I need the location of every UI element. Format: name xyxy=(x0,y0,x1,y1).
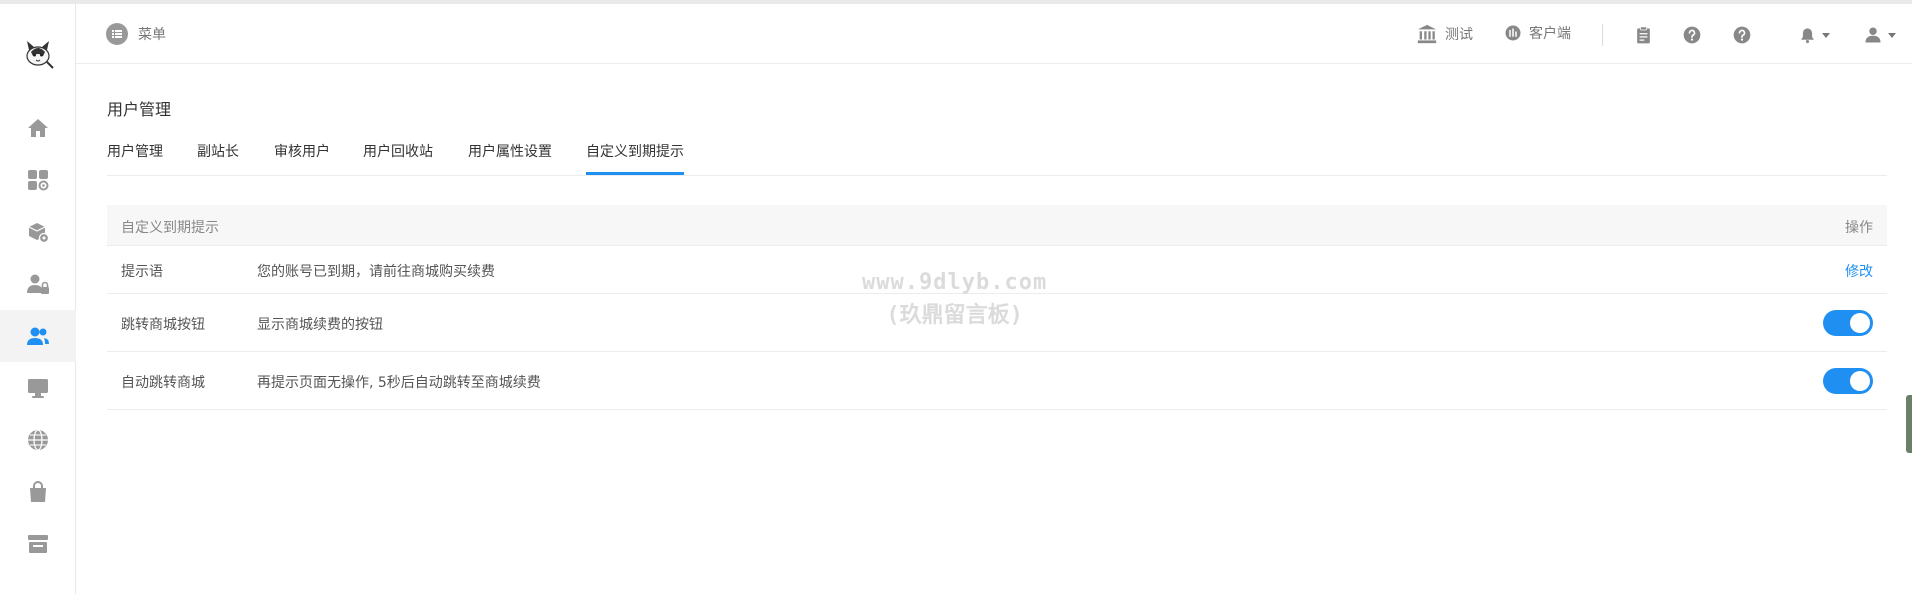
menu-toggle-button[interactable]: 菜单 xyxy=(106,23,166,45)
bank-icon xyxy=(1417,24,1437,44)
bell-icon xyxy=(1800,27,1814,43)
watermark-url: www.9dlyb.com xyxy=(862,270,1048,295)
tab-user-recycle-bin[interactable]: 用户回收站 xyxy=(363,141,433,161)
row-label: 跳转商城按钮 xyxy=(121,317,205,333)
sidebar-item-users[interactable] xyxy=(0,310,76,362)
tab-user-management[interactable]: 用户管理 xyxy=(107,141,163,161)
sidebar-item-store[interactable] xyxy=(0,518,76,570)
header-link-test[interactable]: 测试 xyxy=(1416,23,1473,45)
package-settings-icon xyxy=(28,223,50,244)
help-button-2[interactable] xyxy=(1730,23,1754,47)
store-icon xyxy=(28,535,48,553)
notifications-dropdown[interactable] xyxy=(1792,23,1836,47)
globe-icon xyxy=(28,429,48,451)
user-icon xyxy=(1865,27,1881,43)
watermark-caption: (玖鼎留言板) xyxy=(886,303,1023,328)
tab-custom-expiry-notice[interactable]: 自定义到期提示 xyxy=(586,141,684,161)
sidebar-item-bag[interactable] xyxy=(0,466,76,518)
sidebar-item-home[interactable] xyxy=(0,102,76,154)
tab-deputy-admin[interactable]: 副站长 xyxy=(197,141,239,161)
dashboard-icon xyxy=(1505,25,1521,41)
tab-user-attribute-settings[interactable]: 用户属性设置 xyxy=(468,141,552,161)
table-row: 自动跳转商城 再提示页面无操作, 5秒后自动跳转至商城续费 xyxy=(107,352,1887,410)
tab-review-users[interactable]: 审核用户 xyxy=(274,141,330,161)
sidebar-item-package[interactable] xyxy=(0,206,76,258)
monitor-icon xyxy=(28,379,48,398)
table-header-action: 操作 xyxy=(1845,220,1873,236)
row-description: 显示商城续费的按钮 xyxy=(257,317,383,333)
header-divider xyxy=(1602,24,1603,46)
side-edge-tab[interactable] xyxy=(1906,395,1912,453)
user-lock-icon xyxy=(27,274,49,294)
top-header: 菜单 测试 客户端 xyxy=(76,4,1912,64)
tab-bar: 用户管理 副站长 审核用户 用户回收站 用户属性设置 自定义到期提示 xyxy=(107,138,1887,176)
clipboard-button[interactable] xyxy=(1631,23,1655,47)
toggle-knob xyxy=(1850,313,1870,333)
help-icon xyxy=(1683,26,1701,44)
sidebar-item-globe[interactable] xyxy=(0,414,76,466)
sidebar-item-apps[interactable] xyxy=(0,154,76,206)
chevron-down-icon xyxy=(1888,32,1896,38)
shop-button-toggle[interactable] xyxy=(1823,310,1873,336)
toggle-knob xyxy=(1850,371,1870,391)
bag-icon xyxy=(30,481,46,502)
table-header: 自定义到期提示 操作 xyxy=(107,205,1887,246)
home-icon xyxy=(28,119,48,137)
page-title: 用户管理 xyxy=(107,100,172,119)
menu-label: 菜单 xyxy=(138,27,166,43)
edit-link[interactable]: 修改 xyxy=(1845,261,1873,281)
sidebar xyxy=(0,4,76,594)
watermark: www.9dlyb.com (玖鼎留言板) xyxy=(862,270,1047,329)
row-description: 再提示页面无操作, 5秒后自动跳转至商城续费 xyxy=(257,375,541,391)
row-description: 您的账号已到期，请前往商城购买续费 xyxy=(257,264,495,280)
help-icon xyxy=(1733,26,1751,44)
header-link-client-label: 客户端 xyxy=(1529,26,1571,42)
active-tab-indicator xyxy=(586,172,684,175)
user-dropdown[interactable] xyxy=(1858,23,1902,47)
users-icon xyxy=(27,327,49,345)
row-label: 提示语 xyxy=(121,264,163,280)
table-header-title: 自定义到期提示 xyxy=(121,220,219,236)
header-link-test-label: 测试 xyxy=(1445,27,1473,43)
list-icon xyxy=(106,23,128,45)
row-label: 自动跳转商城 xyxy=(121,375,205,391)
chevron-down-icon xyxy=(1821,32,1830,38)
logo[interactable] xyxy=(17,32,59,74)
clipboard-icon xyxy=(1636,25,1650,43)
header-link-client[interactable]: 客户端 xyxy=(1504,23,1571,43)
sidebar-item-user-lock[interactable] xyxy=(0,258,76,310)
apps-icon xyxy=(28,170,49,191)
sidebar-item-monitor[interactable] xyxy=(0,362,76,414)
auto-redirect-toggle[interactable] xyxy=(1823,368,1873,394)
help-button-1[interactable] xyxy=(1680,23,1704,47)
